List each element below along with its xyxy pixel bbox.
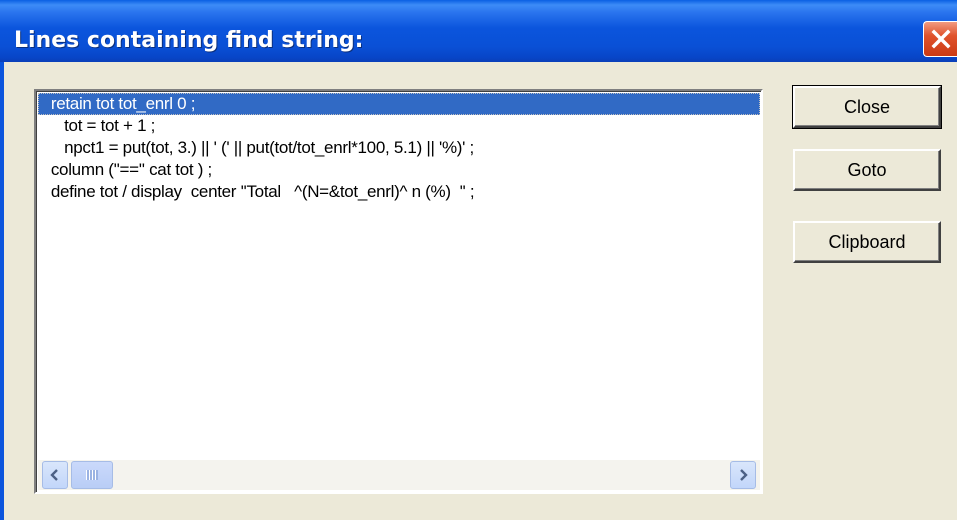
chevron-left-icon [50, 469, 58, 481]
goto-button[interactable]: Goto [793, 149, 941, 191]
lines-container: retain tot tot_enrl 0 ; tot = tot + 1 ; … [38, 93, 760, 203]
list-item[interactable]: define tot / display center ''Total ^(N=… [38, 181, 760, 203]
scroll-left-button[interactable] [42, 461, 68, 489]
window-frame-left [0, 62, 4, 520]
chevron-right-icon [740, 469, 748, 481]
scroll-right-button[interactable] [730, 461, 756, 489]
grip-icon [86, 470, 98, 480]
matching-lines-list[interactable]: retain tot tot_enrl 0 ; tot = tot + 1 ; … [34, 89, 763, 494]
scroll-thumb[interactable] [71, 461, 113, 489]
horizontal-scrollbar[interactable] [38, 460, 760, 490]
dialog-title: Lines containing find string: [14, 28, 364, 53]
list-item[interactable]: tot = tot + 1 ; [38, 115, 760, 137]
close-button[interactable]: Close [792, 85, 942, 129]
find-results-dialog: Lines containing find string: retain tot… [0, 0, 957, 520]
list-item[interactable]: npct1 = put(tot, 3.) || ' (' || put(tot/… [38, 137, 760, 159]
window-close-button[interactable] [923, 21, 957, 57]
title-bar[interactable]: Lines containing find string: [0, 0, 957, 62]
clipboard-button[interactable]: Clipboard [793, 221, 941, 263]
close-x-icon [931, 29, 950, 49]
list-item[interactable]: column (''=='' cat tot ) ; [38, 159, 760, 181]
list-item[interactable]: retain tot tot_enrl 0 ; [38, 93, 760, 115]
